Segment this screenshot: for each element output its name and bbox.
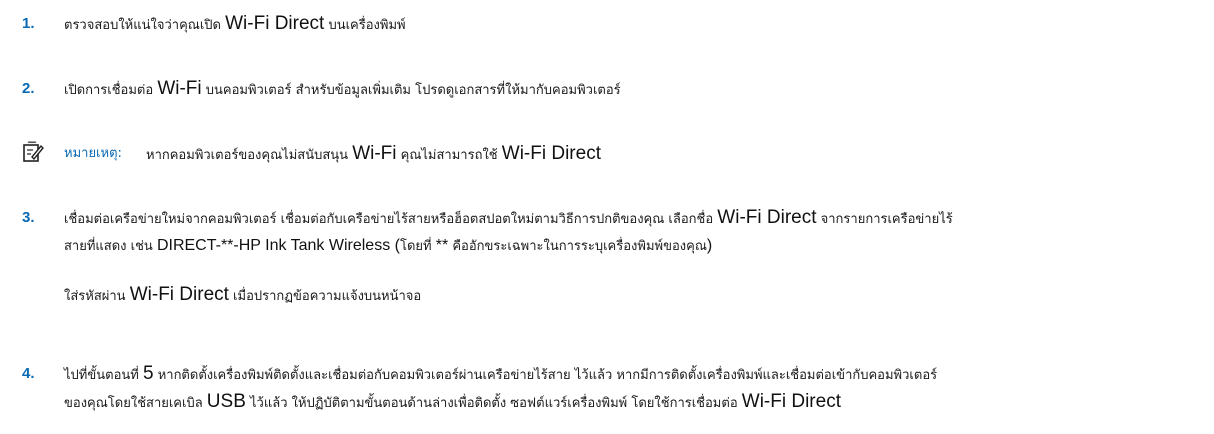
text-run: ใส่รหัสผ่าน xyxy=(64,289,130,304)
text-run: สายที่แสดง เช่น xyxy=(64,239,157,254)
text-run: โดยที่ xyxy=(399,239,436,254)
network-name-example: DIRECT-**-HP Ink Tank Wireless xyxy=(156,237,391,254)
text-run: ไปที่ขั้นตอนที่ xyxy=(64,368,143,383)
wifi-direct-term: Wi-Fi Direct xyxy=(225,13,325,34)
text-run: ของคุณโดยใช้สายเคเบิล xyxy=(64,396,207,411)
wifi-direct-term: Wi-Fi Direct xyxy=(717,207,817,228)
wifi-term: Wi-Fi xyxy=(157,78,202,99)
step-reference: 5 xyxy=(142,363,154,384)
note: หมายเหตุ: หากคอมพิวเตอร์ของคุณไม่สนับสนุ… xyxy=(0,141,1214,167)
text-run: เมื่อปรากฏข้อความแจ้งบนหน้าจอ xyxy=(228,289,422,304)
text-run: คุณไม่สามารถใช้ xyxy=(396,148,502,163)
step-number: 1. xyxy=(22,15,35,32)
step-text: ตรวจสอบให้แน่ใจว่าคุณเปิด Wi-Fi Direct บ… xyxy=(64,14,1204,36)
text-run: คืออักขระเฉพาะในการระบุเครื่องพิมพ์ของคุ… xyxy=(448,239,707,254)
text-run: เชื่อมต่อเครือข่ายใหม่จากคอมพิวเตอร์ เชื… xyxy=(64,212,718,227)
paren-open: ( xyxy=(390,237,400,254)
note-label: หมายเหตุ: xyxy=(64,146,122,161)
wifi-direct-term: Wi-Fi Direct xyxy=(129,284,229,305)
wifi-term: Wi-Fi xyxy=(352,143,397,164)
text-run: หากคอมพิวเตอร์ของคุณไม่สนับสนุน xyxy=(146,148,353,163)
text-run: จากรายการเครือข่ายไร้ xyxy=(816,212,953,227)
text-run: บนคอมพิวเตอร์ สำหรับข้อมูลเพิ่มเติม โปรด… xyxy=(201,83,621,98)
wifi-direct-term: Wi-Fi Direct xyxy=(741,391,841,412)
step-number: 3. xyxy=(22,209,35,226)
wifi-direct-term: Wi-Fi Direct xyxy=(501,143,601,164)
note-text: หากคอมพิวเตอร์ของคุณไม่สนับสนุน Wi-Fi คุ… xyxy=(146,144,601,166)
step-text: เปิดการเชื่อมต่อ Wi-Fi บนคอมพิวเตอร์ สำห… xyxy=(64,79,1204,101)
note-pencil-icon xyxy=(23,141,44,162)
text-run: ไว้แล้ว ให้ปฏิบัติตามขั้นตอนด้านล่างเพื่… xyxy=(245,396,742,411)
text-run: หากติดตั้งเครื่องพิมพ์ติดตั้งและเชื่อมต่… xyxy=(153,368,938,383)
step-number: 4. xyxy=(22,365,35,382)
step-text: เชื่อมต่อเครือข่ายใหม่จากคอมพิวเตอร์ เชื… xyxy=(64,208,1204,307)
step-number: 2. xyxy=(22,80,35,97)
usb-term: USB xyxy=(206,391,246,412)
text-run: ตรวจสอบให้แน่ใจว่าคุณเปิด xyxy=(64,18,226,33)
paren-close: ) xyxy=(706,237,713,254)
text-run: เปิดการเชื่อมต่อ xyxy=(64,83,158,98)
text-run: บนเครื่องพิมพ์ xyxy=(324,18,406,33)
placeholder-chars: ** xyxy=(435,237,449,254)
step-text: ไปที่ขั้นตอนที่ 5 หากติดตั้งเครื่องพิมพ์… xyxy=(64,364,1204,414)
